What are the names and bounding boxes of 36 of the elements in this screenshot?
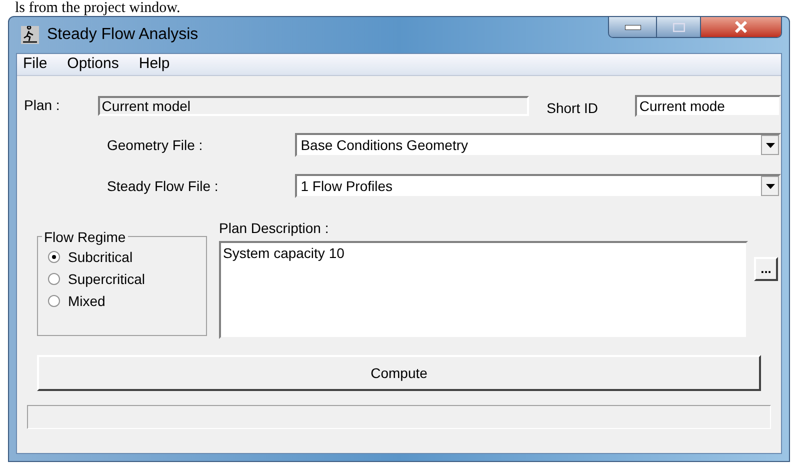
radio-button[interactable]	[48, 295, 60, 307]
plan-field[interactable]: Current model	[98, 96, 529, 116]
dropdown[interactable]: Base Conditions Geometry	[294, 133, 781, 157]
radio-button[interactable]	[48, 273, 60, 285]
menu-item[interactable]: Options	[65, 53, 121, 76]
menu-item[interactable]: File	[21, 53, 50, 76]
caption-text: ls from the project window.	[15, 0, 180, 16]
radio-label: Mixed	[68, 292, 106, 310]
close-icon	[734, 21, 748, 33]
steady-flow-file-label: Steady Flow File :	[107, 176, 220, 196]
dropdown-arrow-button[interactable]	[761, 135, 779, 155]
caret-down-icon	[766, 142, 774, 148]
compute-button[interactable]: Compute	[37, 355, 761, 391]
caret-down-icon	[766, 184, 774, 188]
dropdown-value: Base Conditions Geometry	[300, 136, 470, 155]
browse-button[interactable]: ...	[754, 257, 778, 281]
minimize-icon	[624, 24, 640, 30]
maximize-button[interactable]	[657, 17, 701, 37]
minimize-button[interactable]	[609, 17, 657, 37]
plan-label: Plan :	[24, 96, 61, 115]
plan-description-textarea[interactable]: System capacity 10	[219, 241, 748, 339]
radio-label: Subcritical	[68, 248, 133, 266]
maximize-icon	[672, 22, 684, 32]
runner-icon	[21, 26, 39, 44]
menu-item[interactable]: Help	[136, 53, 172, 76]
dropdown-arrow-button[interactable]	[761, 176, 779, 196]
short-id-label: Short ID	[546, 99, 599, 118]
geometry-file-label: Geometry File :	[107, 136, 204, 155]
window-title: Steady Flow Analysis	[47, 25, 198, 45]
dropdown[interactable]: 1 Flow Profiles	[294, 174, 781, 198]
radio-label: Supercritical	[68, 270, 146, 289]
dropdown-value: 1 Flow Profiles	[300, 176, 394, 196]
short-id-field[interactable]: Current mode	[635, 94, 781, 116]
close-button[interactable]	[701, 17, 781, 37]
radio-button[interactable]	[48, 251, 60, 263]
plan-description-label: Plan Description :	[219, 219, 330, 238]
